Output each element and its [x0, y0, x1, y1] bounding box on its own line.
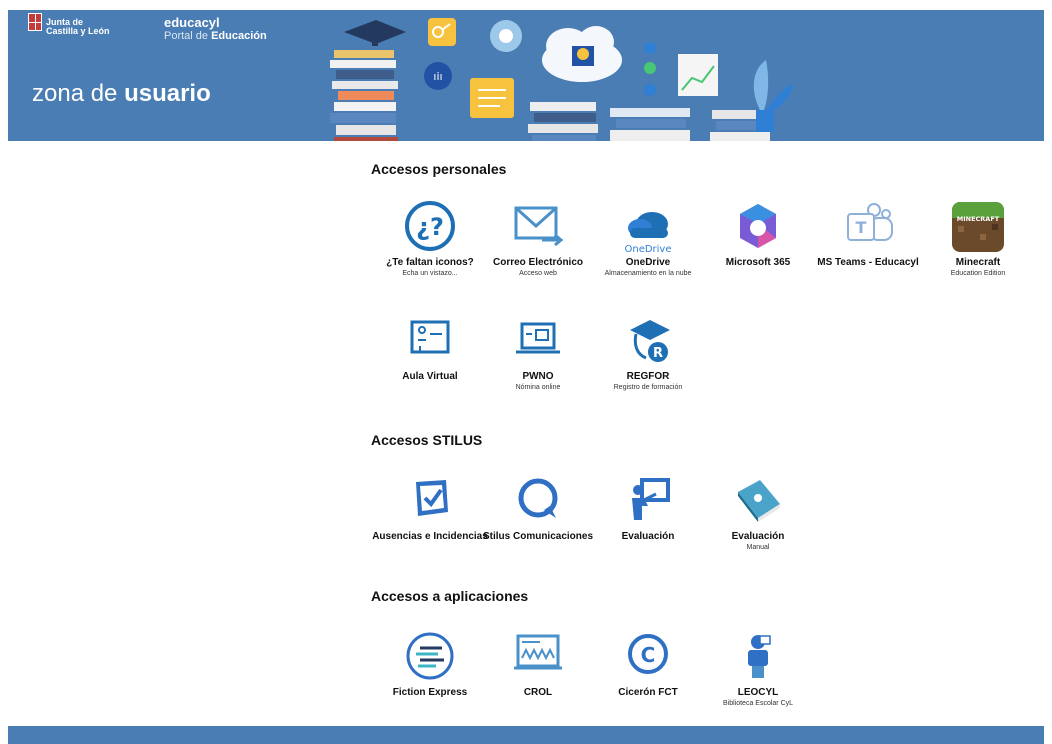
tile-onedrive[interactable]: OneDrive OneDrive Almacenamiento en la n… — [588, 198, 708, 278]
tile-label: LEOCYL — [737, 687, 779, 698]
svg-text:C: C — [641, 643, 656, 667]
question-icon: ¿? — [405, 201, 455, 251]
tile-microsoft-365[interactable]: Microsoft 365 — [698, 198, 818, 269]
tile-label: Evaluación — [621, 531, 675, 542]
book-icon — [738, 480, 780, 522]
laptop-icon — [516, 322, 560, 354]
page-footer — [8, 726, 1044, 744]
tile-sub: Almacenamiento en la nube — [604, 270, 692, 277]
teacher-icon — [632, 478, 670, 520]
classroom-icon — [410, 320, 450, 354]
tile-label: Aula Virtual — [402, 371, 458, 382]
educacyl-logo[interactable]: educacyl Portal de Educación — [164, 16, 267, 43]
tile-sub: Education Edition — [950, 270, 1006, 277]
tile-sub: Nómina online — [515, 384, 561, 391]
page-header: Junta de Castilla y León educacyl Portal… — [8, 10, 1044, 141]
tile-label: Microsoft 365 — [725, 257, 791, 268]
chat-bubble-icon — [518, 478, 558, 518]
ciceron-icon: C — [628, 634, 668, 674]
brand-name: educacyl — [164, 15, 220, 30]
microsoft-365-icon — [740, 204, 776, 248]
tile-correo[interactable]: Correo Electrónico Acceso web — [478, 198, 598, 278]
tile-regfor[interactable]: R REGFOR Registro de formación — [588, 312, 708, 392]
tile-label: CROL — [523, 687, 553, 698]
tile-sub: Biblioteca Escolar CyL — [722, 700, 794, 707]
tile-label: Stilus Comunicaciones — [482, 531, 594, 542]
svg-text:ıiı: ıiı — [433, 70, 442, 83]
leocyl-icon — [748, 635, 771, 678]
tile-label: OneDrive — [625, 257, 671, 268]
portal-subtitle: Portal de Educación — [164, 30, 267, 43]
books-stack-left-icon — [330, 20, 406, 141]
graduation-cap-icon: R — [630, 320, 670, 362]
minecraft-logo-text: MINECRAFT — [957, 215, 1000, 223]
tile-ms-teams[interactable]: T MS Teams - Educacyl — [808, 198, 928, 269]
tile-label: ¿Te faltan iconos? — [386, 257, 474, 268]
tile-label: MS Teams - Educacyl — [817, 257, 919, 268]
zona-prefix: zona de — [32, 80, 125, 107]
tile-aula-virtual[interactable]: Aula Virtual — [370, 312, 490, 383]
tile-label: Evaluación — [731, 531, 785, 542]
tile-label: PWNO — [522, 371, 554, 382]
tile-label: REGFOR — [626, 371, 670, 382]
svg-text:T: T — [856, 218, 867, 237]
tile-sub: Echa un vistazo... — [402, 270, 458, 277]
fiction-express-icon — [406, 632, 454, 680]
tile-ausencias[interactable]: Ausencias e Incidencias — [370, 472, 490, 543]
tile-fiction-express[interactable]: Fiction Express — [370, 628, 490, 699]
tile-faltan-iconos[interactable]: ¿? ¿Te faltan iconos? Echa un vistazo... — [370, 198, 490, 278]
portal-prefix: Portal de — [164, 30, 212, 42]
mail-icon — [514, 206, 564, 247]
tile-label: Ausencias e Incidencias — [372, 531, 488, 542]
tile-label: Correo Electrónico — [492, 257, 584, 268]
plant-icon — [753, 60, 769, 110]
tile-leocyl[interactable]: LEOCYL Biblioteca Escolar CyL — [698, 628, 818, 708]
tile-label: Cicerón FCT — [618, 687, 678, 698]
section-title-stilus: Accesos STILUS — [371, 432, 483, 448]
board-icon — [678, 54, 718, 96]
onedrive-logo-text: OneDrive — [624, 244, 671, 254]
jcyl-line2: Castilla y León — [46, 26, 110, 36]
tile-sub: Manual — [746, 544, 770, 551]
tile-evaluacion-manual[interactable]: Evaluación Manual — [698, 472, 818, 552]
tile-stilus-comunicaciones[interactable]: Stilus Comunicaciones — [478, 472, 598, 543]
teams-icon: T — [847, 203, 893, 241]
jcyl-logo[interactable]: Junta de Castilla y León — [28, 13, 110, 36]
section-title-personal: Accesos personales — [371, 161, 507, 177]
page-title: zona de usuario — [32, 79, 211, 109]
crol-icon — [514, 634, 562, 670]
header-banner-illustration: ıiı — [330, 18, 794, 141]
tile-minecraft[interactable]: MINECRAFT Minecraft Education Edition — [918, 198, 1038, 278]
tile-crol[interactable]: CROL — [478, 628, 598, 699]
onedrive-icon: OneDrive — [624, 212, 672, 254]
portal-bold: Educación — [211, 30, 267, 42]
tile-label: Minecraft — [955, 257, 1001, 268]
tile-label: Fiction Express — [392, 687, 468, 698]
tile-ciceron-fct[interactable]: C Cicerón FCT — [588, 628, 708, 699]
tile-evaluacion[interactable]: Evaluación — [588, 472, 708, 543]
minecraft-icon: MINECRAFT — [952, 202, 1004, 252]
tile-sub: Registro de formación — [613, 384, 683, 391]
tile-sub: Acceso web — [519, 270, 557, 277]
svg-text:¿?: ¿? — [416, 213, 444, 241]
tile-pwno[interactable]: PWNO Nómina online — [478, 312, 598, 392]
svg-text:R: R — [653, 346, 663, 361]
jcyl-shield-icon — [28, 13, 42, 31]
section-title-apps: Accesos a aplicaciones — [371, 588, 529, 604]
zona-bold: usuario — [124, 80, 211, 107]
check-box-icon — [416, 480, 448, 516]
